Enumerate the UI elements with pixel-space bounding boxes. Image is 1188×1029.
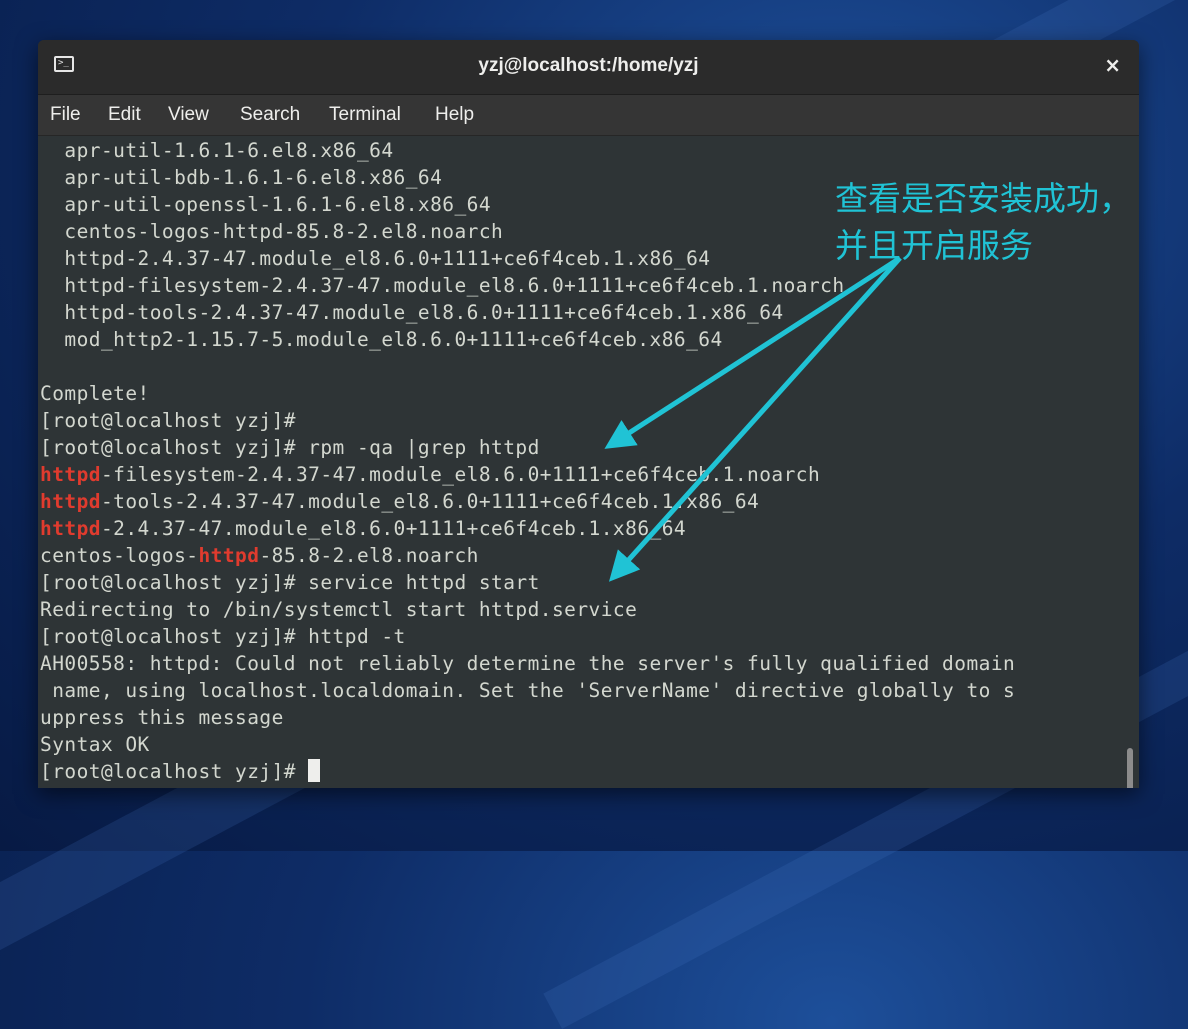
annotation-arrows [604,255,902,582]
annotation-text: 查看是否安装成功， 并且开启服务 [835,175,1132,269]
annotation-line-2: 并且开启服务 [835,226,1033,265]
annotation-line-1: 查看是否安装成功， [835,179,1132,218]
